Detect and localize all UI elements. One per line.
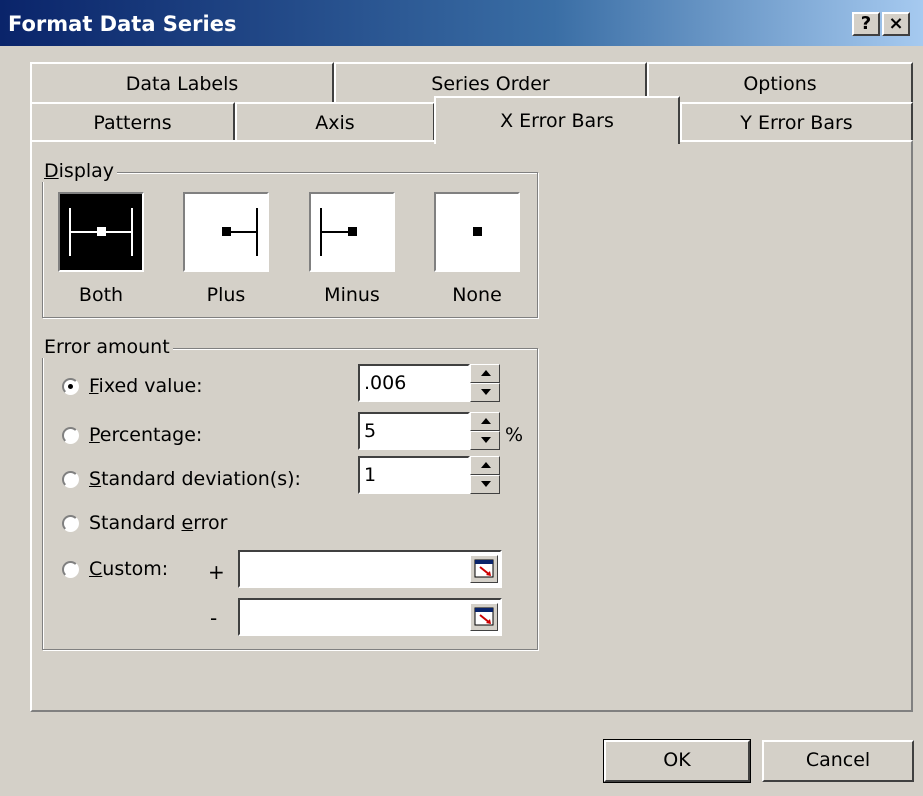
custom-minus-range-button[interactable]: [470, 603, 498, 631]
spin-down-button[interactable]: [470, 475, 500, 494]
custom-minus-label: -: [210, 606, 218, 630]
radio-indicator: [62, 426, 79, 444]
tab-label: Series Order: [431, 73, 550, 95]
fixed-value-spinner[interactable]: [470, 364, 500, 402]
tab-patterns[interactable]: Patterns: [30, 102, 235, 142]
tab-options[interactable]: Options: [647, 62, 913, 104]
custom-label: Custom:: [89, 558, 169, 580]
tab-label: Axis: [315, 112, 355, 134]
standard-deviation-radio[interactable]: Standard deviation(s):: [62, 464, 301, 494]
tab-x-error-bars[interactable]: X Error Bars: [434, 96, 680, 144]
tab-label: Options: [743, 73, 817, 95]
custom-minus-input[interactable]: [238, 598, 502, 636]
arrow-down-icon: [481, 389, 491, 395]
spin-up-button[interactable]: [470, 412, 500, 431]
display-option-both[interactable]: Both: [58, 192, 144, 306]
collapse-dialog-icon: [474, 607, 494, 626]
arrow-up-icon: [481, 462, 491, 468]
close-button[interactable]: ×: [882, 12, 910, 36]
standard-deviation-input[interactable]: 1: [358, 456, 470, 494]
arrow-down-icon: [481, 481, 491, 487]
percentage-radio[interactable]: Percentage:: [62, 420, 202, 450]
tab-label: X Error Bars: [500, 110, 614, 132]
percentage-spinner[interactable]: [470, 412, 500, 450]
fixed-value-radio[interactable]: Fixed value:: [62, 371, 203, 401]
tab-label: Data Labels: [125, 73, 239, 95]
spin-down-button[interactable]: [470, 383, 500, 402]
display-option-minus[interactable]: Minus: [309, 192, 395, 306]
spin-up-button[interactable]: [470, 456, 500, 475]
ok-button[interactable]: OK: [603, 739, 751, 783]
error-bar-plus-icon: [183, 192, 269, 272]
error-bar-both-icon: [58, 192, 144, 272]
tab-label: Patterns: [93, 112, 172, 134]
spin-down-button[interactable]: [470, 431, 500, 450]
tab-label: Y Error Bars: [740, 112, 853, 134]
display-option-plus[interactable]: Plus: [183, 192, 269, 306]
error-bar-none-icon: [434, 192, 520, 272]
custom-plus-range-button[interactable]: [470, 555, 498, 583]
arrow-down-icon: [481, 437, 491, 443]
display-option-label: Minus: [324, 284, 380, 306]
display-option-label: Both: [78, 284, 124, 306]
help-button[interactable]: ?: [852, 12, 880, 36]
arrow-up-icon: [481, 370, 491, 376]
standard-error-label: Standard error: [89, 512, 228, 534]
error-amount-group-title: Error amount: [41, 336, 173, 358]
custom-radio[interactable]: Custom:: [62, 554, 168, 584]
spin-up-button[interactable]: [470, 364, 500, 383]
radio-indicator: [62, 514, 79, 532]
arrow-up-icon: [481, 418, 491, 424]
custom-plus-input[interactable]: [238, 550, 502, 588]
fixed-value-input[interactable]: .006: [358, 364, 470, 402]
custom-plus-label: +: [208, 560, 225, 584]
standard-deviation-label: Standard deviation(s):: [89, 468, 301, 490]
display-group-title: Display: [41, 160, 118, 182]
fixed-value-label: Fixed value:: [89, 375, 203, 397]
tab-y-error-bars[interactable]: Y Error Bars: [680, 102, 913, 142]
percentage-input[interactable]: 5: [358, 412, 470, 450]
cancel-button[interactable]: Cancel: [762, 740, 914, 782]
standard-error-radio[interactable]: Standard error: [62, 508, 228, 538]
title-bar: Format Data Series ? ×: [0, 0, 923, 46]
tab-axis[interactable]: Axis: [235, 102, 435, 142]
radio-indicator: [62, 560, 79, 578]
radio-indicator: [62, 470, 79, 488]
percent-unit-label: %: [505, 424, 524, 446]
tab-data-labels[interactable]: Data Labels: [30, 62, 334, 104]
tab-panel: Display Both Plus Minus None Error amoun…: [30, 140, 913, 712]
display-option-label: None: [452, 284, 502, 306]
display-option-none[interactable]: None: [434, 192, 520, 306]
standard-deviation-spinner[interactable]: [470, 456, 500, 494]
radio-indicator: [62, 377, 79, 395]
collapse-dialog-icon: [474, 559, 494, 578]
error-bar-minus-icon: [309, 192, 395, 272]
display-option-label: Plus: [206, 284, 246, 306]
window-title: Format Data Series: [8, 12, 237, 36]
percentage-label: Percentage:: [89, 424, 203, 446]
